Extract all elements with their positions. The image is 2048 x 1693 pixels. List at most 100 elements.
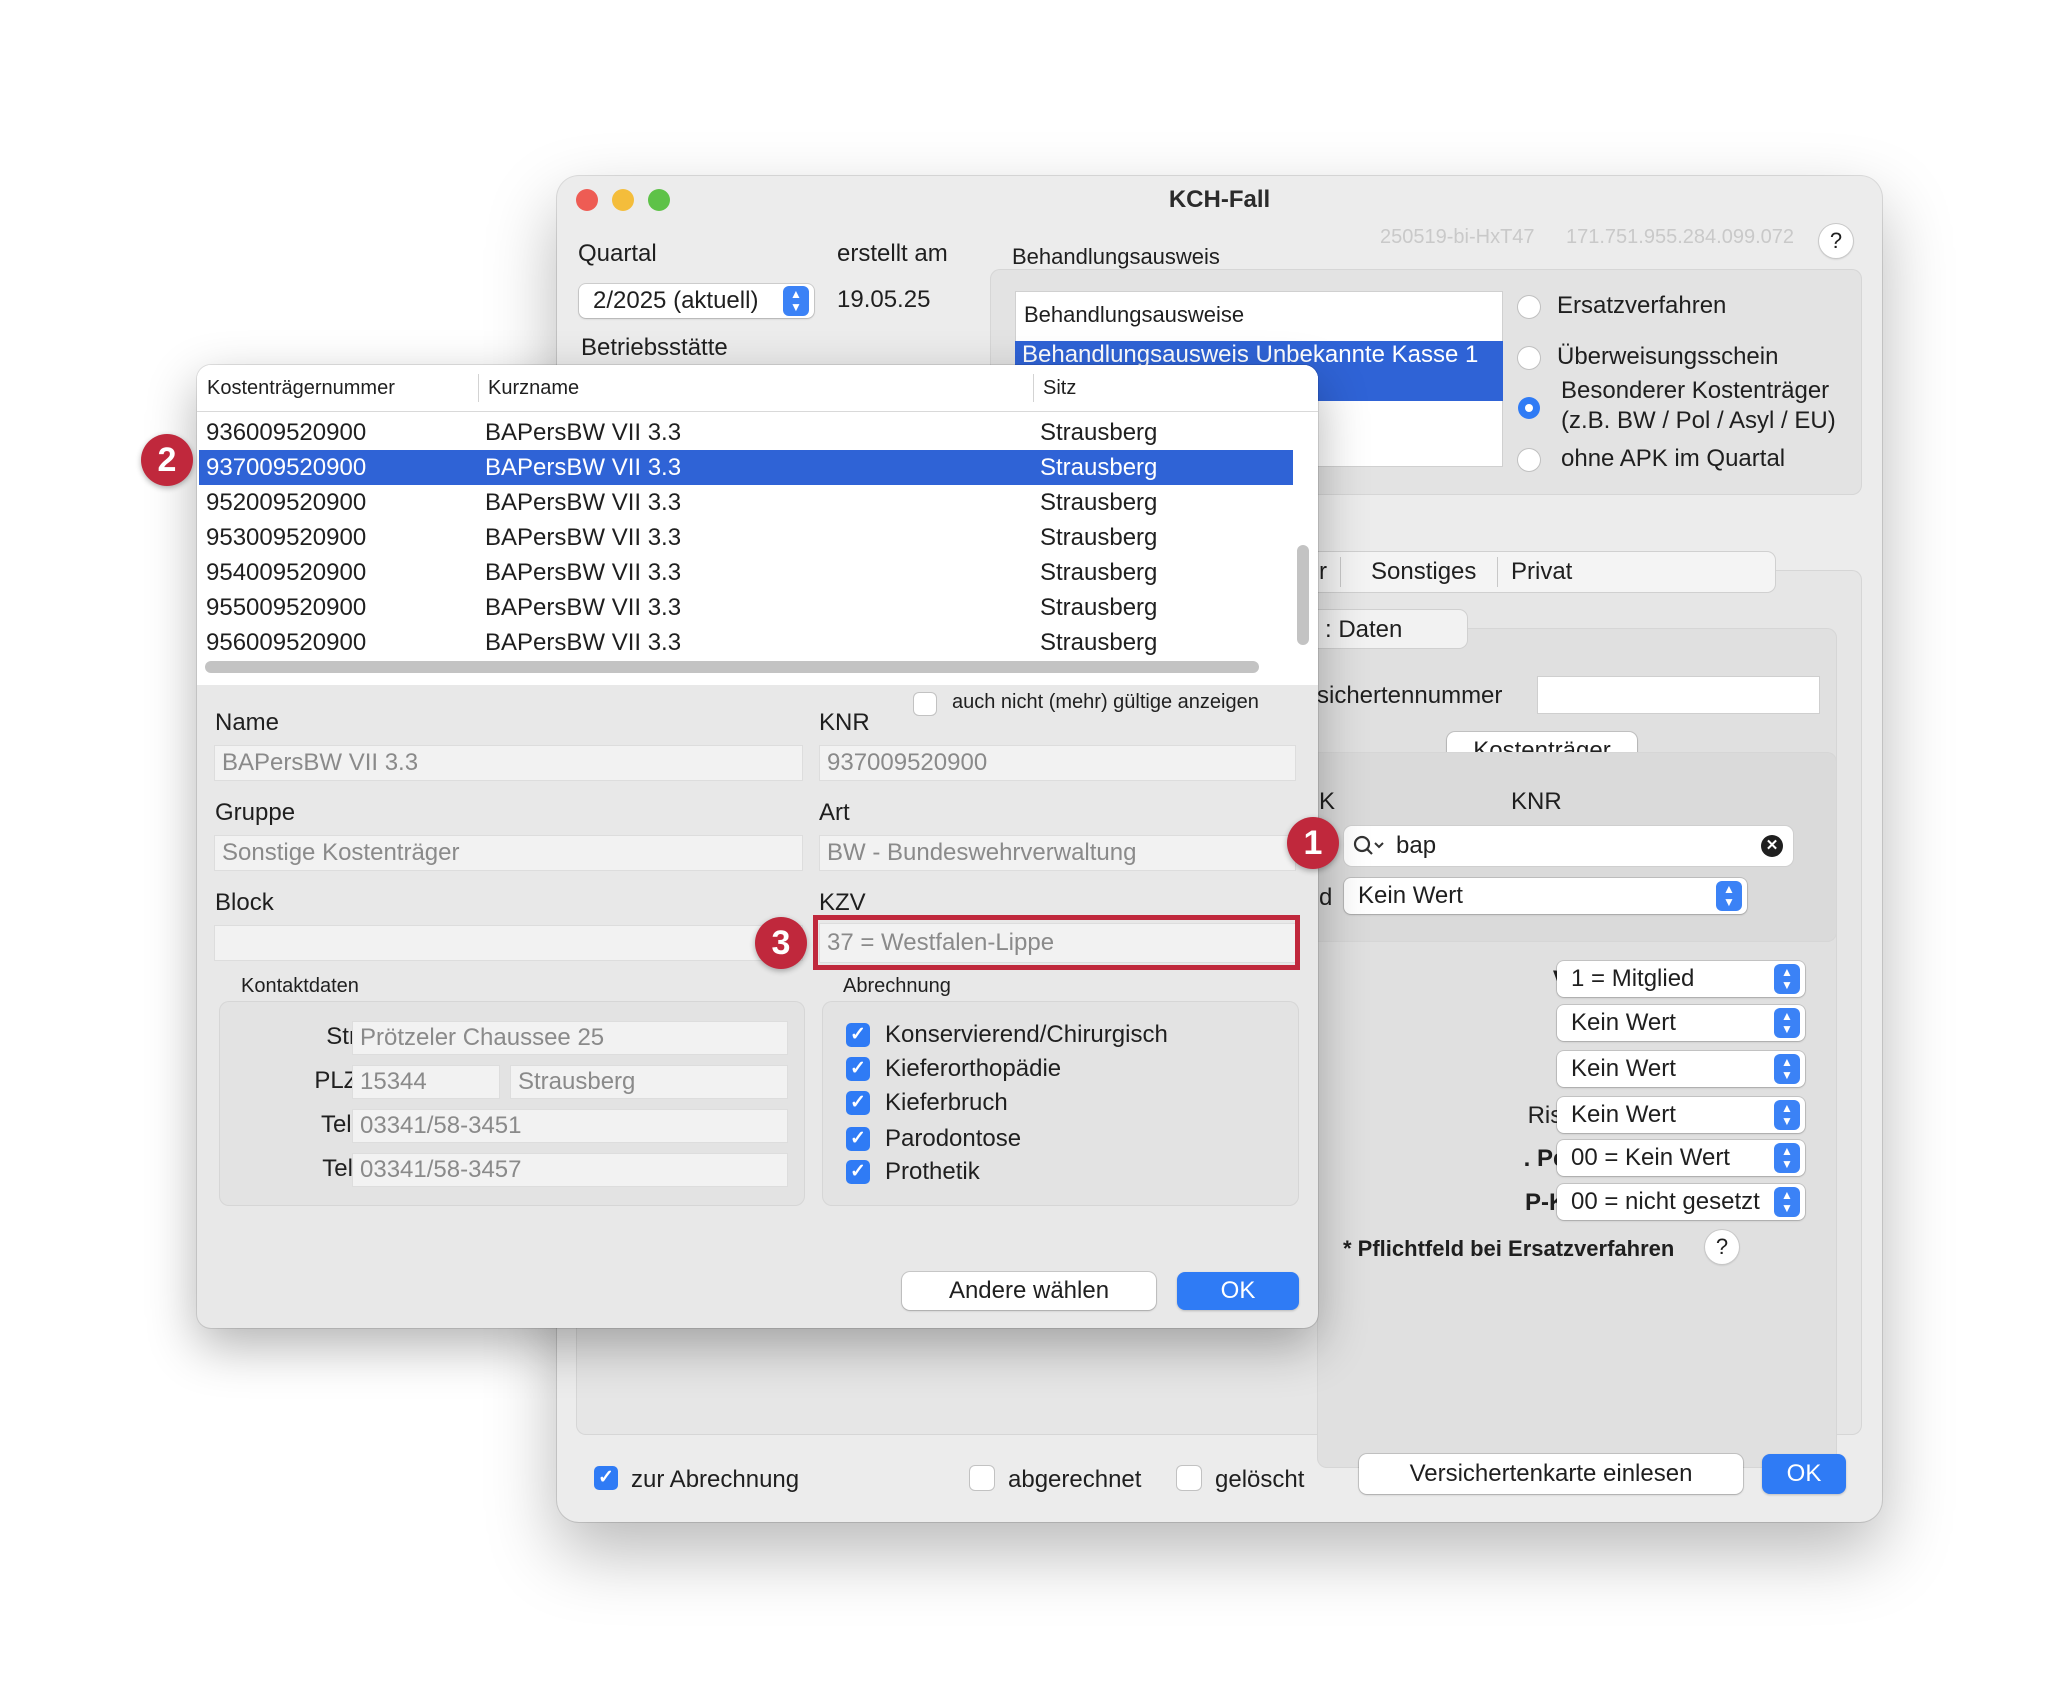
column-kostentraegernummer[interactable]: Kostenträgernummer <box>207 377 395 400</box>
kieferorthopaedie-checkbox[interactable]: ✓ <box>846 1057 870 1081</box>
horizontal-scrollbar[interactable] <box>205 661 1259 673</box>
radio-ueberweisungsschein[interactable] <box>1518 347 1540 369</box>
pflichtfeld-note: * Pflichtfeld bei Ersatzverfahren <box>1343 1236 1675 1261</box>
versichertenart-select[interactable]: 1 = Mitglied ▲ ▼ <box>1557 961 1805 997</box>
tab-bar: r Sonstiges Privat <box>1305 552 1775 592</box>
column-kurzname[interactable]: Kurzname <box>488 377 579 400</box>
search-icon <box>1353 835 1384 855</box>
quartal-value: 2/2025 (aktuell) <box>593 287 759 314</box>
table-row[interactable]: 953009520900 BAPersBW VII 3.3 Strausberg <box>199 520 1293 555</box>
knr-field: 937009520900 <box>819 745 1296 781</box>
table-cell-nr: 955009520900 <box>206 594 367 621</box>
radio-ohne-apk[interactable] <box>1518 449 1540 471</box>
abgerechnet-checkbox[interactable] <box>970 1466 994 1490</box>
radio-ersatzverfahren-label: Ersatzverfahren <box>1557 292 1727 319</box>
betriebsstaette-label: Betriebsstätte <box>581 334 728 361</box>
show-invalid-checkbox[interactable] <box>914 693 936 715</box>
show-invalid-label: auch nicht (mehr) gültige anzeigen <box>952 691 1259 713</box>
radio-besonderer-label2: (z.B. BW / Pol / Asyl / EU) <box>1561 407 1836 434</box>
radio-ohne-apk-label: ohne APK im Quartal <box>1561 445 1786 472</box>
table-row[interactable]: 955009520900 BAPersBW VII 3.3 Strausberg <box>199 590 1293 625</box>
kostentraeger-table: Kostenträgernummer Kurzname Sitz 9360095… <box>197 365 1318 685</box>
table-cell-sitz: Strausberg <box>1040 454 1158 481</box>
versichertennummer-input[interactable] <box>1537 676 1820 714</box>
parodontose-checkbox[interactable]: ✓ <box>846 1127 870 1151</box>
kzv-label: KZV <box>819 889 866 916</box>
table-cell-name: BAPersBW VII 3.3 <box>485 419 682 446</box>
table-cell-sitz: Strausberg <box>1040 524 1158 551</box>
wohnortprinzip-select[interactable]: Kein Wert ▲ ▼ <box>1557 1051 1805 1087</box>
d-select[interactable]: Kein Wert ▲ ▼ <box>1344 878 1747 914</box>
p-kennzeichnung-select[interactable]: 00 = nicht gesetzt ▲ ▼ <box>1557 1184 1805 1220</box>
table-row[interactable]: 952009520900 BAPersBW VII 3.3 Strausberg <box>199 485 1293 520</box>
subtab-label: : Daten <box>1325 616 1403 643</box>
art-field: BW - Bundeswehrverwaltung <box>819 835 1296 871</box>
table-cell-name: BAPersBW VII 3.3 <box>485 629 682 656</box>
radio-ueberweisungsschein-label: Überweisungsschein <box>1557 343 1779 370</box>
annotation-badge-1: 1 <box>1287 817 1339 869</box>
chevron-updown-icon: ▲ ▼ <box>1774 1143 1800 1173</box>
kostentraeger-search-field[interactable]: bap ✕ <box>1344 826 1793 866</box>
radio-besonderer-kostentraeger[interactable] <box>1518 397 1540 419</box>
table-row[interactable]: 937009520900 BAPersBW VII 3.3 Strausberg <box>199 450 1293 485</box>
abrechnung-label: Abrechnung <box>843 975 951 997</box>
konservierend-label: Konservierend/Chirurgisch <box>885 1021 1168 1048</box>
table-row[interactable]: 936009520900 BAPersBW VII 3.3 Strausberg <box>199 415 1293 450</box>
d-label: d <box>1319 884 1333 911</box>
id-code: 250519-bi-HxT47 <box>1380 226 1535 248</box>
prothetik-checkbox[interactable]: ✓ <box>846 1160 870 1184</box>
table-cell-name: BAPersBW VII 3.3 <box>485 489 682 516</box>
p-kennzeichnung-value: 00 = nicht gesetzt <box>1571 1188 1760 1215</box>
subtab-daten[interactable]: : Daten <box>1305 610 1467 648</box>
clear-search-icon[interactable]: ✕ <box>1761 835 1783 857</box>
quartal-select[interactable]: 2/2025 (aktuell) ▲ ▼ <box>579 284 814 318</box>
table-cell-sitz: Strausberg <box>1040 629 1158 656</box>
abgerechnet-label: abgerechnet <box>1008 1466 1142 1493</box>
tab-partial[interactable]: r <box>1319 558 1327 586</box>
table-cell-name: BAPersBW VII 3.3 <box>485 524 682 551</box>
pflichtfeld-help-button[interactable]: ? <box>1705 1230 1739 1264</box>
radio-ersatzverfahren[interactable] <box>1518 296 1540 318</box>
column-divider <box>478 374 479 402</box>
tab-sonstiges[interactable]: Sonstiges <box>1371 558 1476 586</box>
versichertennummer-label: rsichertennummer <box>1309 682 1503 709</box>
chevron-updown-icon: ▲ ▼ <box>783 286 809 316</box>
personengruppe-value: 00 = Kein Wert <box>1571 1144 1730 1171</box>
konservierend-checkbox[interactable]: ✓ <box>846 1023 870 1047</box>
column-sitz[interactable]: Sitz <box>1043 377 1076 400</box>
strasse-field: Prötzeler Chaussee 25 <box>352 1021 788 1055</box>
andere-waehlen-button[interactable]: Andere wählen <box>902 1272 1156 1310</box>
help-button[interactable]: ? <box>1819 224 1853 258</box>
table-cell-nr: 937009520900 <box>206 454 367 481</box>
personengruppe-select[interactable]: 00 = Kein Wert ▲ ▼ <box>1557 1140 1805 1176</box>
block-field <box>214 925 803 961</box>
tab-divider <box>1340 557 1341 587</box>
block-label: Block <box>215 889 274 916</box>
tab-privat[interactable]: Privat <box>1511 558 1572 586</box>
gruppe-field: Sonstige Kostenträger <box>214 835 803 871</box>
list-item-label: Behandlungsausweis Unbekannte Kasse 1 <box>1022 341 1479 368</box>
rechtskreis-select[interactable]: Kein Wert ▲ ▼ <box>1557 1005 1805 1041</box>
prothetik-label: Prothetik <box>885 1158 980 1185</box>
table-row[interactable]: 954009520900 BAPersBW VII 3.3 Strausberg <box>199 555 1293 590</box>
kieferbruch-checkbox[interactable]: ✓ <box>846 1091 870 1115</box>
main-ok-button[interactable]: OK <box>1762 1454 1846 1494</box>
plz-field: 15344 <box>352 1065 500 1099</box>
quartal-label: Quartal <box>578 240 657 267</box>
versichertenkarte-einlesen-button[interactable]: Versichertenkarte einlesen <box>1359 1454 1743 1494</box>
geloescht-checkbox[interactable] <box>1177 1466 1201 1490</box>
table-row[interactable]: 956009520900 BAPersBW VII 3.3 Strausberg <box>199 625 1293 660</box>
chevron-updown-icon: ▲ ▼ <box>1774 1187 1800 1217</box>
zur-abrechnung-checkbox[interactable]: ✓ <box>594 1466 618 1490</box>
geloescht-label: gelöscht <box>1215 1466 1305 1493</box>
knr-label: KNR <box>819 709 870 736</box>
vertical-scrollbar[interactable] <box>1297 545 1309 645</box>
erstellt-value: 19.05.25 <box>837 286 931 313</box>
table-cell-nr: 936009520900 <box>206 419 367 446</box>
col-knr-label: KNR <box>1511 788 1562 815</box>
rechtskreis-value: Kein Wert <box>1571 1009 1676 1036</box>
sheet-ok-button[interactable]: OK <box>1177 1272 1299 1310</box>
risikostrukturausgl-select[interactable]: Kein Wert ▲ ▼ <box>1557 1097 1805 1133</box>
search-value: bap <box>1396 832 1437 859</box>
name-field: BAPersBW VII 3.3 <box>214 745 803 781</box>
